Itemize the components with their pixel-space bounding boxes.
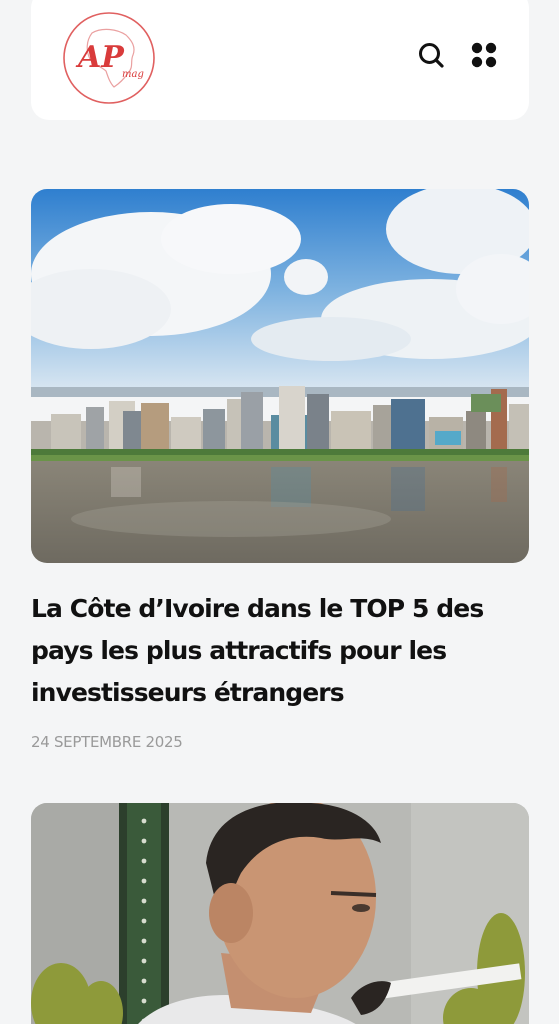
- grid-menu-icon: [470, 41, 498, 73]
- ap-mag-logo[interactable]: AP mag: [62, 11, 156, 105]
- svg-text:mag: mag: [122, 69, 144, 80]
- search-icon: [417, 41, 445, 73]
- svg-text:AP: AP: [75, 40, 125, 75]
- article-image-portrait[interactable]: [31, 803, 529, 1024]
- article-image-abidjan[interactable]: [31, 189, 529, 563]
- article-date: 24 SEPTEMBRE 2025: [31, 733, 183, 751]
- search-button[interactable]: [415, 41, 447, 73]
- article-headline[interactable]: La Côte d’Ivoire dans le TOP 5 des pays …: [31, 588, 531, 714]
- site-header: AP mag: [31, 0, 529, 120]
- page: AP mag La Côte d’Ivoire dans le TOP 5 de…: [0, 0, 559, 1024]
- menu-button[interactable]: [468, 41, 500, 73]
